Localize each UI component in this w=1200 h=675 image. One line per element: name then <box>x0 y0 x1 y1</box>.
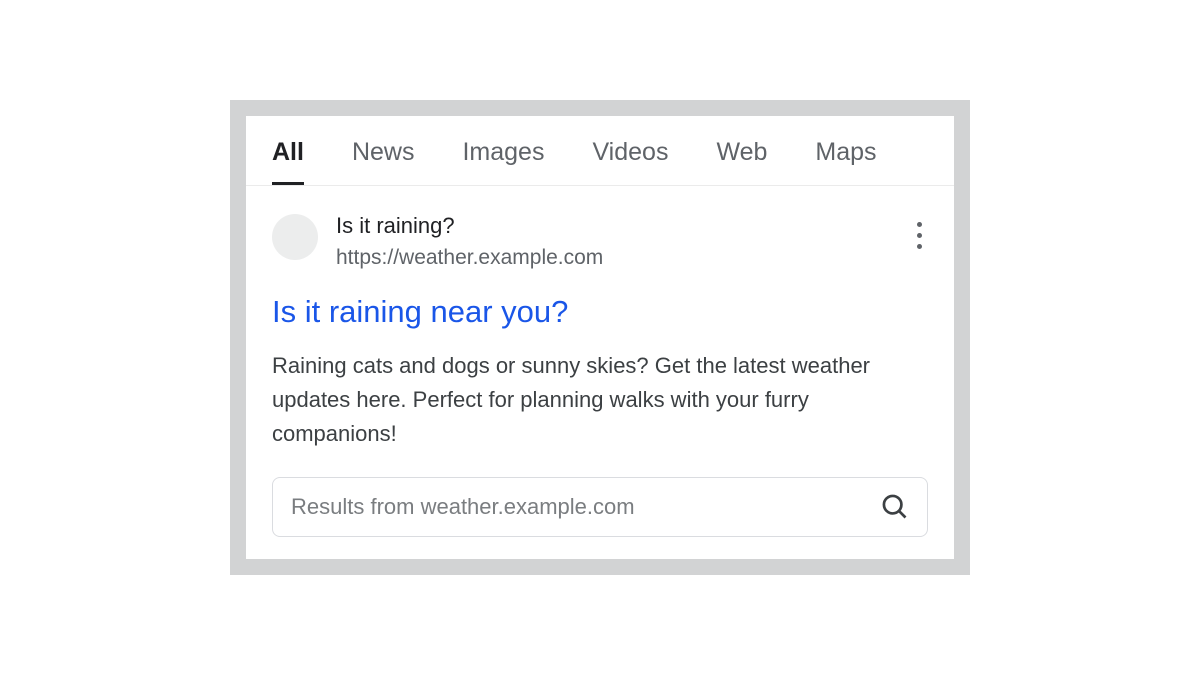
vertical-ellipsis-icon <box>917 222 922 227</box>
result-title-link[interactable]: Is it raining near you? <box>272 292 928 332</box>
search-result-card: All News Images Videos Web Maps Is it ra… <box>246 116 954 559</box>
tab-all[interactable]: All <box>272 138 304 185</box>
tab-news[interactable]: News <box>352 138 415 185</box>
overflow-menu-button[interactable] <box>911 212 928 259</box>
tab-maps[interactable]: Maps <box>815 138 876 185</box>
site-name: Is it raining? <box>336 212 893 241</box>
search-tabs: All News Images Videos Web Maps <box>246 116 954 186</box>
site-url: https://weather.example.com <box>336 243 893 272</box>
sitelinks-search-box[interactable] <box>272 477 928 537</box>
tab-videos[interactable]: Videos <box>592 138 668 185</box>
search-result: Is it raining? https://weather.example.c… <box>246 186 954 559</box>
result-description: Raining cats and dogs or sunny skies? Ge… <box>272 349 928 451</box>
favicon-placeholder-icon <box>272 214 318 260</box>
outer-frame: All News Images Videos Web Maps Is it ra… <box>230 100 970 575</box>
tab-images[interactable]: Images <box>462 138 544 185</box>
site-info: Is it raining? https://weather.example.c… <box>336 212 893 272</box>
search-icon <box>881 493 909 521</box>
tab-web[interactable]: Web <box>716 138 767 185</box>
result-header: Is it raining? https://weather.example.c… <box>272 212 928 272</box>
sitelinks-search-button[interactable] <box>881 493 909 521</box>
sitelinks-search-input[interactable] <box>291 494 881 520</box>
